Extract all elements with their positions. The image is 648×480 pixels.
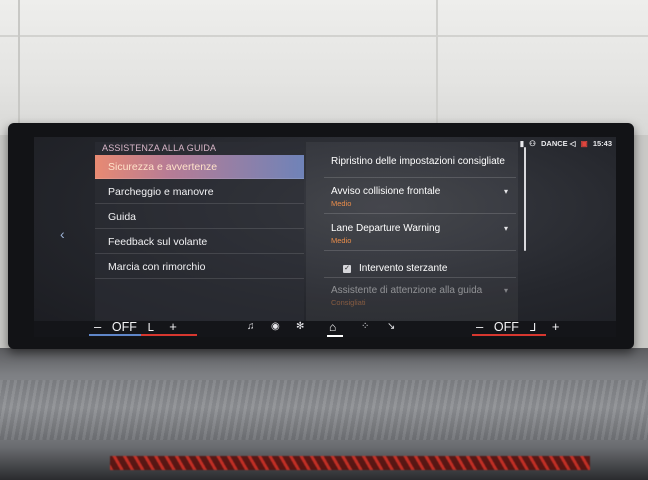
temp-right-minus-button[interactable]: – xyxy=(476,319,483,334)
status-bar: ▮ ⚇ DANCE ◁ ▣ 15:43 xyxy=(520,139,612,148)
option-attention-assist[interactable]: Assistente di attenzione alla guida Cons… xyxy=(331,285,482,307)
temp-right-indicator-warm xyxy=(472,334,546,336)
background-wall xyxy=(0,0,648,135)
back-arrow-icon[interactable]: ‹ xyxy=(60,226,65,242)
option-label: Lane Departure Warning xyxy=(331,223,441,234)
temp-left-plus-button[interactable]: + xyxy=(169,319,177,334)
profile-name[interactable]: DANCE xyxy=(541,139,568,148)
scrollbar[interactable] xyxy=(524,147,526,251)
temp-left-minus-button[interactable]: – xyxy=(94,319,101,334)
option-value: Medio xyxy=(331,236,352,245)
divider xyxy=(324,277,516,278)
chevron-down-icon[interactable]: ▾ xyxy=(504,187,508,196)
steering-heat-icon[interactable]: ᒧ xyxy=(529,322,536,334)
seat-heat-icon[interactable]: ᒪ xyxy=(147,322,153,334)
menu-item-parcheggio[interactable]: Parcheggio e manovre xyxy=(95,180,304,204)
bottom-bar: – OFF ᒪ + ♫ ◉ ✻ ⌂ ⁘ ↘ – OFF ᒧ + xyxy=(34,319,616,337)
sound-icon: ◁ xyxy=(569,139,576,148)
fan-icon[interactable]: ✻ xyxy=(296,321,304,332)
apps-icon[interactable]: ⁘ xyxy=(361,321,369,332)
option-value: Consigliati xyxy=(331,298,366,307)
temp-left-value[interactable]: OFF xyxy=(112,320,137,334)
chevron-down-icon[interactable]: ▾ xyxy=(504,224,508,233)
temp-right-plus-button[interactable]: + xyxy=(552,319,560,334)
option-label: Assistente di attenzione alla guida xyxy=(331,285,483,296)
dashboard-texture xyxy=(0,380,648,440)
steering-intervention-checkbox[interactable]: ✓ xyxy=(343,265,351,273)
section-title: ASSISTENZA ALLA GUIDA xyxy=(102,143,217,153)
chevron-down-icon[interactable]: ▾ xyxy=(504,286,508,295)
menu-item-guida[interactable]: Guida xyxy=(95,205,304,229)
temp-right-value[interactable]: OFF xyxy=(494,320,519,334)
phone-icon[interactable]: ↘ xyxy=(387,321,395,332)
steering-intervention-label[interactable]: Intervento sterzante xyxy=(359,263,447,274)
option-lane-departure[interactable]: Lane Departure Warning Medio xyxy=(331,223,440,245)
climate-right: – OFF ᒧ + xyxy=(476,319,559,334)
clock: 15:43 xyxy=(592,139,612,148)
reset-defaults-button[interactable]: Ripristino delle impostazioni consigliat… xyxy=(331,156,505,167)
divider xyxy=(324,250,516,251)
infotainment-screen: ‹ ASSISTENZA ALLA GUIDA Sicurezza e avve… xyxy=(34,137,616,337)
notification-icon[interactable]: ▣ xyxy=(581,139,588,148)
temp-left-indicator-cool xyxy=(89,334,141,336)
menu-item-rimorchio[interactable]: Marcia con rimorchio xyxy=(95,255,304,279)
home-icon[interactable]: ⌂ xyxy=(329,320,336,334)
home-active-indicator xyxy=(327,335,343,337)
wall-panel-seam xyxy=(18,0,20,135)
wall-panel-seam xyxy=(436,0,438,135)
option-label: Avviso collisione frontale xyxy=(331,186,441,197)
profile-icon[interactable]: ⚇ xyxy=(529,139,536,148)
divider xyxy=(324,213,516,214)
option-forward-collision[interactable]: Avviso collisione frontale Medio xyxy=(331,186,440,208)
navigation-icon[interactable]: ◉ xyxy=(271,321,280,332)
ambient-light-strip xyxy=(110,456,590,470)
menu-item-feedback-volante[interactable]: Feedback sul volante xyxy=(95,230,304,254)
divider xyxy=(324,177,516,178)
option-value: Medio xyxy=(331,199,352,208)
climate-left: – OFF ᒪ + xyxy=(94,319,177,334)
temp-left-indicator-warm xyxy=(141,334,197,336)
wall-panel-seam xyxy=(0,35,648,37)
music-icon[interactable]: ♫ xyxy=(247,321,255,332)
menu-item-sicurezza[interactable]: Sicurezza e avvertenze xyxy=(95,155,304,179)
